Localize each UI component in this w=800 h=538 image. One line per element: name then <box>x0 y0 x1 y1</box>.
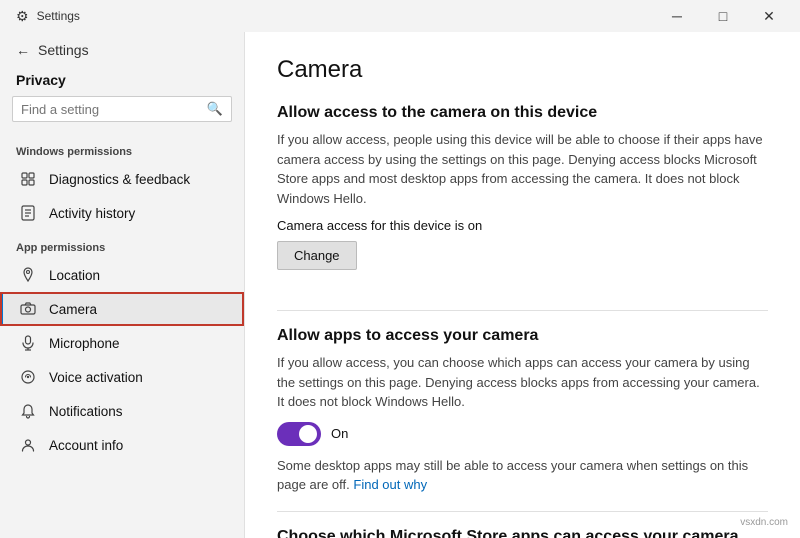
sidebar-section-title: Privacy <box>0 68 244 96</box>
main-content: Camera Allow access to the camera on thi… <box>245 32 800 538</box>
sidebar-item-diagnostics[interactable]: Diagnostics & feedback <box>0 162 244 196</box>
close-button[interactable]: ✕ <box>746 0 792 32</box>
sidebar: ← Settings Privacy 🔍 Windows permissions… <box>0 32 245 538</box>
search-input[interactable] <box>21 102 201 117</box>
watermark: vsxdn.com <box>736 515 792 530</box>
search-icon: 🔍 <box>207 101 223 117</box>
maximize-button[interactable]: □ <box>700 0 746 32</box>
camera-toggle[interactable] <box>277 422 321 446</box>
title-bar-left: ⚙ Settings <box>16 8 80 25</box>
title-bar-controls: ─ □ ✕ <box>654 0 792 32</box>
divider-2 <box>277 511 768 512</box>
toggle-knob <box>299 425 317 443</box>
title-bar: ⚙ Settings ─ □ ✕ <box>0 0 800 32</box>
camera-icon <box>19 300 37 318</box>
section1-heading: Allow access to the camera on this devic… <box>277 104 768 122</box>
sidebar-item-notifications[interactable]: Notifications <box>0 394 244 428</box>
divider-1 <box>277 310 768 311</box>
search-box[interactable]: 🔍 <box>12 96 232 122</box>
find-out-why-link[interactable]: Find out why <box>353 477 427 492</box>
location-icon <box>19 266 37 284</box>
note-text-content: Some desktop apps may still be able to a… <box>277 458 748 493</box>
activity-icon <box>19 204 37 222</box>
sidebar-item-camera[interactable]: Camera <box>0 292 244 326</box>
section1-description: If you allow access, people using this d… <box>277 130 768 208</box>
sidebar-item-voice[interactable]: Voice activation <box>0 360 244 394</box>
sidebar-item-label: Location <box>49 268 100 283</box>
sidebar-item-label: Account info <box>49 438 123 453</box>
note-text: Some desktop apps may still be able to a… <box>277 456 768 495</box>
change-button[interactable]: Change <box>277 241 357 270</box>
app-permissions-label: App permissions <box>0 230 244 258</box>
back-label: Settings <box>38 42 89 58</box>
settings-icon: ⚙ <box>16 8 29 25</box>
section2-heading: Allow apps to access your camera <box>277 327 768 345</box>
minimize-button[interactable]: ─ <box>654 0 700 32</box>
voice-icon <box>19 368 37 386</box>
sidebar-item-label: Microphone <box>49 336 120 351</box>
sidebar-item-account[interactable]: Account info <box>0 428 244 462</box>
sidebar-item-microphone[interactable]: Microphone <box>0 326 244 360</box>
sidebar-item-label: Activity history <box>49 206 135 221</box>
sidebar-item-activity[interactable]: Activity history <box>0 196 244 230</box>
sidebar-item-label: Camera <box>49 302 97 317</box>
camera-access-status: Camera access for this device is on <box>277 218 768 233</box>
sidebar-item-location[interactable]: Location <box>0 258 244 292</box>
section3-heading: Choose which Microsoft Store apps can ac… <box>277 528 768 538</box>
page-title: Camera <box>277 56 768 84</box>
section2-description: If you allow access, you can choose whic… <box>277 353 768 412</box>
sidebar-item-label: Voice activation <box>49 370 143 385</box>
toggle-label: On <box>331 426 348 441</box>
sidebar-item-label: Diagnostics & feedback <box>49 172 190 187</box>
app-body: ← Settings Privacy 🔍 Windows permissions… <box>0 32 800 538</box>
microphone-icon <box>19 334 37 352</box>
notifications-icon <box>19 402 37 420</box>
windows-permissions-label: Windows permissions <box>0 134 244 162</box>
back-button[interactable]: ← Settings <box>0 32 244 68</box>
account-icon <box>19 436 37 454</box>
back-icon: ← <box>16 42 30 58</box>
sidebar-item-label: Notifications <box>49 404 123 419</box>
title-bar-text: Settings <box>37 9 80 23</box>
toggle-row: On <box>277 422 768 446</box>
diagnostics-icon <box>19 170 37 188</box>
